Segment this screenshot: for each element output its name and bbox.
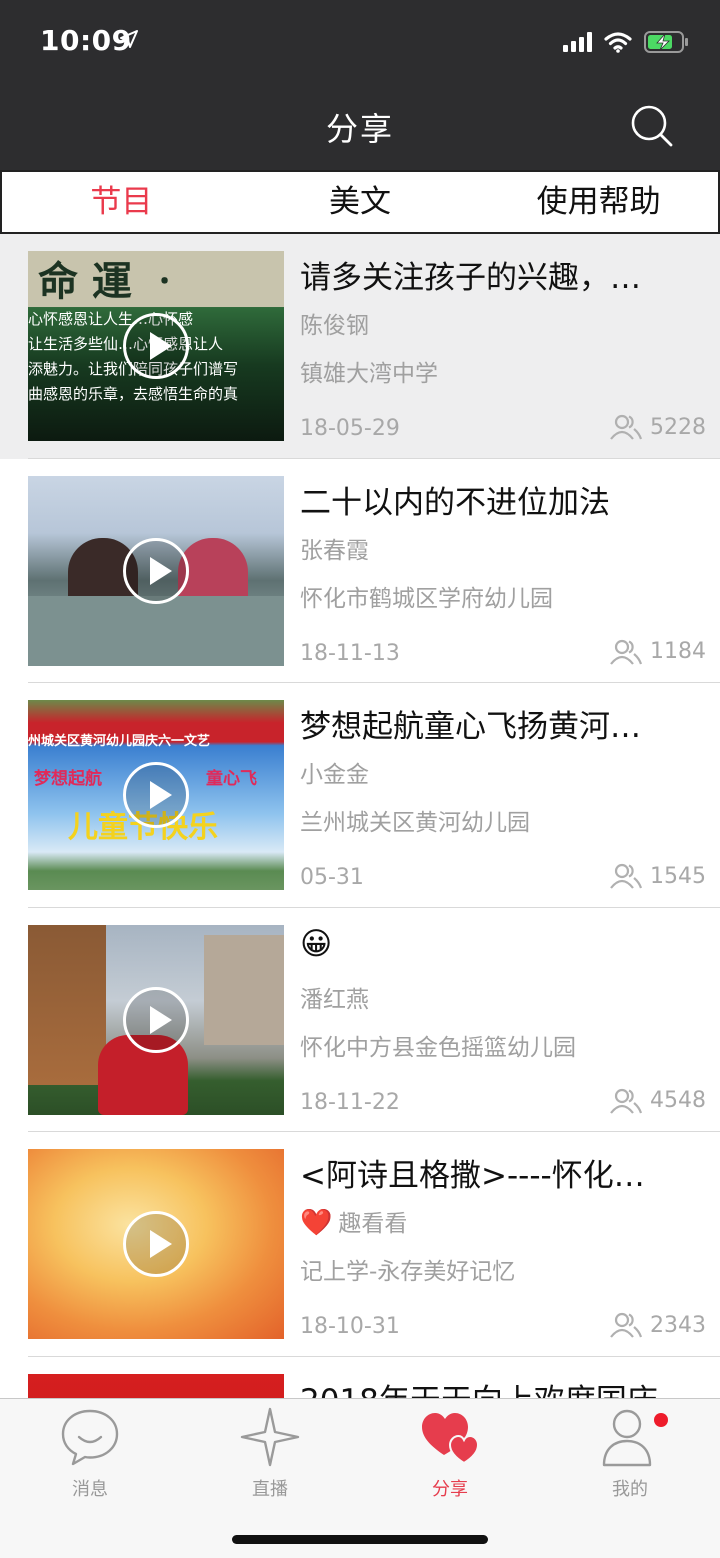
video-thumbnail[interactable] [28,924,284,1115]
viewers-icon [610,414,642,440]
play-icon [123,986,189,1053]
view-count: 4548 [610,1088,706,1114]
video-thumbnail[interactable] [28,475,284,666]
item-title: 2018年天天向上欢度国庆 [300,1375,700,1399]
list-item[interactable]: 州城关区黄河幼儿园庆六一文艺 梦想起航 童心飞 儿童节快乐 梦想起航童心飞扬黄河… [0,683,720,908]
list-item[interactable]: <阿诗且格撒>----怀化… ❤️ 趣看看 记上学-永存美好记忆 18-10-31… [0,1132,720,1357]
status-time: 10:09 [40,24,132,57]
banner-text: 梦想起航 [34,769,102,789]
video-thumbnail[interactable]: 命 運 ㆍ 心怀感恩让人生…心怀感 让生活多些仙…心怀感恩让人 添魅力。让我们陪… [28,251,284,441]
view-count-value: 2343 [650,1312,706,1338]
item-author: ❤️ 趣看看 [300,1208,408,1238]
view-count-value: 1545 [650,863,706,889]
tab-help[interactable]: 使用帮助 [479,172,718,232]
tabbar-item-me[interactable]: 我的 [570,1407,690,1501]
bottom-tab-bar: 消息 直播 分享 我的 [0,1398,720,1558]
video-thumbnail[interactable] [28,1373,284,1398]
item-title: 😀 [300,925,333,962]
item-title: 请多关注孩子的兴趣，… [300,260,641,296]
screen: 10:09 分享 节目 美文 使用帮助 命 運 ㆍ 心怀感恩让人生…心怀感 让生… [0,0,720,1558]
table-surface [28,595,284,666]
location-arrow-icon [120,30,138,48]
home-indicator[interactable] [232,1535,488,1544]
search-icon[interactable] [630,104,674,148]
calligraphy-banner: 命 運 ㆍ [28,251,284,307]
item-school: 记上学-永存美好记忆 [300,1259,516,1285]
item-author: 潘红燕 [300,986,369,1013]
viewers-icon [610,863,642,889]
item-school: 怀化中方县金色摇篮幼儿园 [300,1034,576,1061]
battery-icon [644,31,688,53]
play-icon [123,313,189,379]
list-item[interactable]: 命 運 ㆍ 心怀感恩让人生…心怀感 让生活多些仙…心怀感恩让人 添魅力。让我们陪… [0,234,720,459]
tabbar-item-share[interactable]: 分享 [390,1407,510,1501]
signal-icon [563,32,592,52]
play-icon [123,537,189,604]
list-item[interactable]: 二十以内的不进位加法 张春霞 怀化市鹤城区学府幼儿园 18-11-13 1184 [0,459,720,684]
item-title: <阿诗且格撒>----怀化… [300,1158,645,1194]
banner-text: 童心飞 [206,769,257,789]
item-author: 陈俊钢 [300,313,369,339]
viewers-icon [610,1088,642,1114]
wifi-icon [604,32,632,53]
item-school: 镇雄大湾中学 [300,361,438,387]
view-count: 5228 [610,414,706,440]
item-school: 怀化市鹤城区学府幼儿园 [300,585,553,612]
view-count: 2343 [610,1312,706,1338]
viewers-icon [610,639,642,665]
tabbar-item-messages[interactable]: 消息 [30,1407,150,1501]
building [204,934,284,1045]
top-bar: 10:09 分享 [0,0,720,170]
heart-icon: ❤️ [300,1208,333,1238]
message-bubble-icon [61,1409,119,1466]
item-author: 张春霞 [300,537,369,564]
list-item[interactable]: 2018年天天向上欢度国庆 [0,1357,720,1399]
item-date: 18-05-29 [300,416,400,441]
page-title: 分享 [325,110,394,148]
item-date: 18-11-13 [300,640,400,666]
item-title: 梦想起航童心飞扬黄河… [300,709,641,745]
program-list: 命 運 ㆍ 心怀感恩让人生…心怀感 让生活多些仙…心怀感恩让人 添魅力。让我们陪… [0,234,720,1398]
view-count-value: 5228 [650,414,706,440]
tabbar-label: 直播 [252,1479,288,1500]
item-date: 05-31 [300,865,364,890]
tabbar-label: 分享 [432,1479,468,1500]
category-tabs: 节目 美文 使用帮助 [0,170,720,234]
banner-text: 州城关区黄河幼儿园庆六一文艺 [28,734,211,749]
item-date: 18-11-22 [300,1089,400,1115]
item-date: 18-10-31 [300,1314,400,1339]
playground-structure [28,924,106,1085]
play-icon [123,1211,189,1277]
notification-badge [654,1413,668,1427]
view-count-value: 4548 [650,1088,706,1113]
tabbar-label: 我的 [612,1479,648,1500]
tab-articles[interactable]: 美文 [241,172,480,232]
person-icon [602,1409,652,1467]
hearts-icon [422,1413,480,1465]
video-thumbnail[interactable] [28,1149,284,1339]
item-title: 二十以内的不进位加法 [300,484,610,521]
item-author: 小金金 [300,762,369,788]
svg-text:命 運 ㆍ: 命 運 ㆍ [38,258,183,305]
star-icon [240,1407,300,1467]
viewers-icon [610,1312,642,1338]
view-count-value: 1184 [650,639,706,664]
tabbar-item-live[interactable]: 直播 [210,1407,330,1501]
list-item[interactable]: 😀 潘红燕 怀化中方县金色摇篮幼儿园 18-11-22 4548 [0,908,720,1133]
video-thumbnail[interactable]: 州城关区黄河幼儿园庆六一文艺 梦想起航 童心飞 儿童节快乐 [28,700,284,890]
view-count: 1545 [610,863,706,889]
tab-programs[interactable]: 节目 [2,172,241,232]
play-icon [123,762,189,828]
item-school: 兰州城关区黄河幼儿园 [300,810,530,836]
view-count: 1184 [610,639,706,665]
tabbar-label: 消息 [72,1479,108,1500]
status-icons [563,30,690,54]
